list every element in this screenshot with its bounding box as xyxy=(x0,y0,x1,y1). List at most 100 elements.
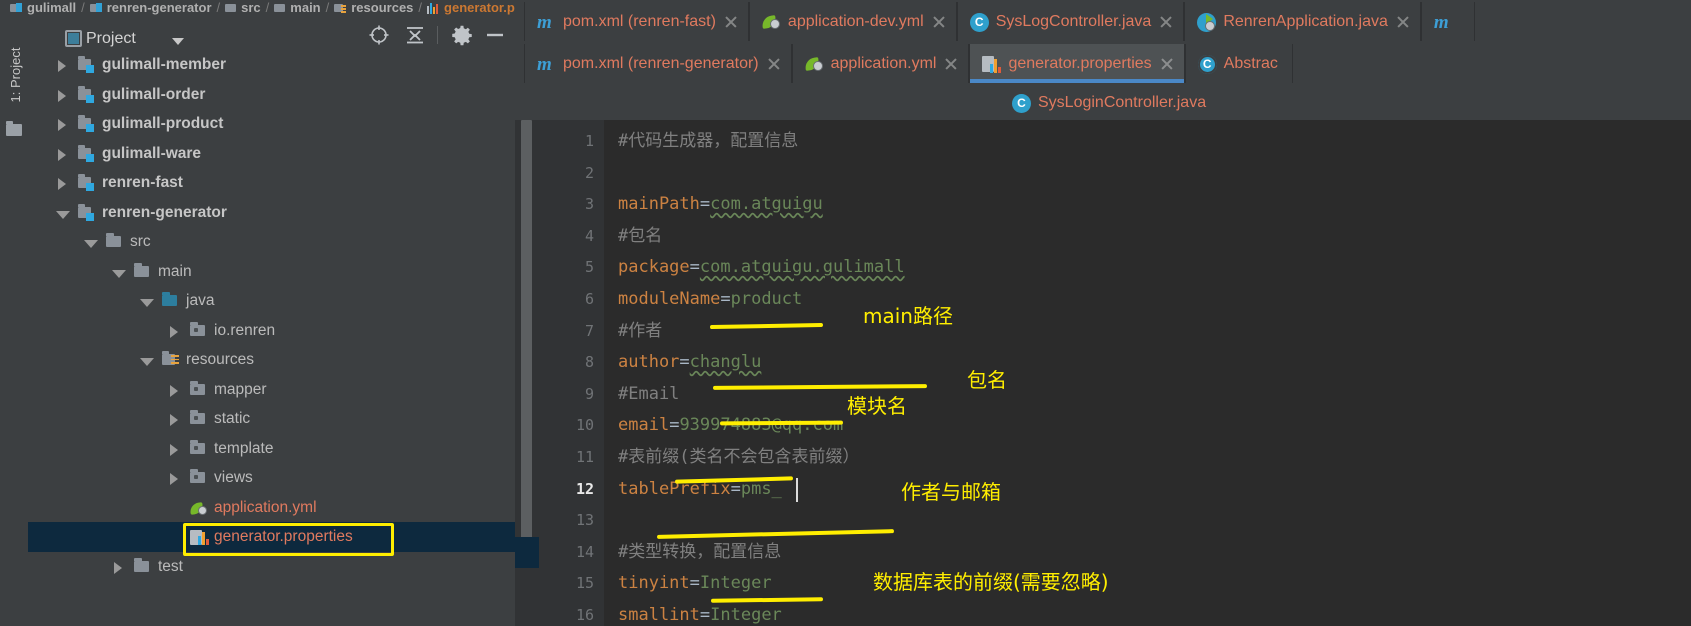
chevron-right-icon[interactable] xyxy=(170,414,178,426)
editor-tab[interactable]: application.yml xyxy=(791,44,970,83)
chevron-right-icon[interactable] xyxy=(58,178,66,190)
close-icon[interactable] xyxy=(766,56,781,71)
chevron-right-icon[interactable] xyxy=(58,89,66,102)
code-line[interactable]: tinyint=Integer xyxy=(618,568,772,600)
breadcrumb-item[interactable]: gulimall xyxy=(10,0,76,16)
tree-item[interactable]: template xyxy=(28,434,515,464)
tree-item[interactable]: java xyxy=(28,286,515,316)
chevron-down-icon[interactable] xyxy=(56,210,70,219)
chevron-right-icon[interactable] xyxy=(58,119,66,131)
folder-icon xyxy=(274,3,286,13)
breadcrumb-item[interactable]: renren-generator xyxy=(89,0,212,16)
code-line[interactable]: author=changlu xyxy=(618,347,761,379)
chevron-down-icon[interactable] xyxy=(140,299,154,307)
tree-item[interactable]: renren-generator xyxy=(28,198,515,228)
tree-item[interactable]: views xyxy=(28,463,515,493)
code-line[interactable]: email=939974883@qq.com xyxy=(618,410,843,442)
tree-item[interactable]: static xyxy=(28,404,515,434)
editor-tab[interactable]: m pom.xml (renren-fast) xyxy=(524,2,749,41)
code-line[interactable]: package=com.atguigu.gulimall xyxy=(618,252,905,284)
code-editor[interactable]: 1 2 3 4 5 6 7 8 9 10 11 12 13 14 15 16 #代码生成器，配置信息 mainP… xyxy=(515,120,1691,626)
line-number: 13 xyxy=(575,511,594,530)
code-line[interactable]: #包名 xyxy=(618,221,662,253)
chevron-right-icon[interactable] xyxy=(58,60,66,72)
chevron-right-icon[interactable] xyxy=(170,473,178,485)
close-icon[interactable] xyxy=(1158,14,1173,29)
breadcrumb-separator: / xyxy=(418,0,423,15)
editor-tab[interactable]: C SysLogController.java xyxy=(956,2,1185,41)
tree-item[interactable]: gulimall-product xyxy=(28,109,515,139)
tree-item-label: main xyxy=(158,262,192,280)
editor-tab-label: Abstrac xyxy=(1223,55,1278,72)
code-line[interactable]: #作者 xyxy=(618,316,662,348)
line-number: 6 xyxy=(584,290,594,308)
breadcrumb-item[interactable]: resources xyxy=(334,0,413,16)
tree-item[interactable]: renren-fast xyxy=(28,168,515,198)
chevron-down-icon[interactable] xyxy=(172,38,184,45)
close-icon[interactable] xyxy=(723,14,738,29)
code-line[interactable]: moduleName=product xyxy=(618,284,802,316)
scrollbar-thumb[interactable] xyxy=(521,120,532,550)
sidebar-item-project-toolwindow[interactable]: 1: Project xyxy=(3,27,29,123)
editor-tab[interactable]: RenrenApplication.java xyxy=(1184,2,1421,41)
tree-item[interactable]: generator.properties xyxy=(28,522,515,552)
tree-item-label: gulimall-ware xyxy=(102,144,202,162)
code-lines[interactable]: #代码生成器，配置信息 mainPath=com.atguigu #包名 packag… xyxy=(604,120,1691,626)
breadcrumb-item[interactable]: main xyxy=(274,0,321,16)
code-line[interactable]: smallint=Integer xyxy=(618,600,782,626)
close-icon[interactable] xyxy=(1159,56,1174,71)
breadcrumb-separator: / xyxy=(265,0,270,15)
chevron-down-icon[interactable] xyxy=(84,240,98,248)
code-line[interactable]: #Email xyxy=(618,379,679,411)
chevron-down-icon[interactable] xyxy=(112,269,126,278)
chevron-right-icon[interactable] xyxy=(58,148,66,161)
close-icon[interactable] xyxy=(1395,14,1410,29)
chevron-down-icon[interactable] xyxy=(140,358,154,366)
chevron-right-icon[interactable] xyxy=(170,384,178,397)
editor-tab[interactable]: application-dev.yml xyxy=(748,2,957,41)
breadcrumb-item[interactable]: src xyxy=(225,0,261,16)
collapse-all-icon[interactable] xyxy=(404,24,426,46)
editor-tab[interactable]: C SysLoginController.java xyxy=(1012,90,1206,116)
close-icon[interactable] xyxy=(931,14,946,29)
minimize-icon[interactable] xyxy=(484,24,506,46)
code-line[interactable]: #类型转换，配置信息 xyxy=(618,537,781,569)
locate-icon[interactable] xyxy=(368,24,390,46)
spring-yml-icon xyxy=(189,501,208,516)
line-number: 3 xyxy=(584,195,594,214)
tree-item[interactable]: main xyxy=(28,257,515,287)
tree-item[interactable]: test xyxy=(28,552,515,582)
code-line[interactable]: #代码生成器，配置信息 xyxy=(618,126,798,158)
gear-icon[interactable] xyxy=(451,24,473,46)
module-icon xyxy=(78,174,96,191)
tree-item[interactable]: io.renren xyxy=(28,316,515,346)
tree-item[interactable]: src xyxy=(28,227,515,257)
editor-tab[interactable]: m xyxy=(1420,2,1475,41)
editor-tab[interactable]: m pom.xml (renren-generator) xyxy=(524,44,792,83)
project-tree[interactable]: gulimall-member gulimall-order gulimall-pr… xyxy=(28,50,515,626)
editor-tab[interactable]: C Abstrac xyxy=(1184,44,1293,83)
tree-item[interactable]: application.yml xyxy=(28,493,515,523)
line-number: 10 xyxy=(575,416,594,435)
tree-item[interactable]: mapper xyxy=(28,375,515,405)
tree-item[interactable]: gulimall-ware xyxy=(28,139,515,169)
editor-scrollbar[interactable] xyxy=(515,120,539,626)
folder-icon xyxy=(225,3,237,13)
chevron-right-icon[interactable] xyxy=(170,325,178,338)
line-number: 15 xyxy=(575,574,594,593)
chevron-right-icon[interactable] xyxy=(170,443,178,456)
maven-icon: m xyxy=(537,12,552,33)
annotation-text: 包名 xyxy=(967,368,1007,392)
code-line[interactable]: #表前缀(类名不会包含表前缀） xyxy=(618,442,859,474)
tree-item-label: template xyxy=(214,439,274,457)
code-line[interactable]: mainPath=com.atguigu xyxy=(618,189,823,221)
tree-item[interactable]: resources xyxy=(28,345,515,375)
tree-item[interactable]: gulimall-order xyxy=(28,80,515,110)
tree-item[interactable]: gulimall-member xyxy=(28,50,515,80)
folder-icon[interactable] xyxy=(6,121,22,136)
editor-tab-active[interactable]: generator.properties xyxy=(969,44,1185,83)
module-icon xyxy=(78,115,96,132)
chevron-right-icon[interactable] xyxy=(114,561,122,574)
close-icon[interactable] xyxy=(943,56,958,71)
module-icon xyxy=(78,203,96,221)
